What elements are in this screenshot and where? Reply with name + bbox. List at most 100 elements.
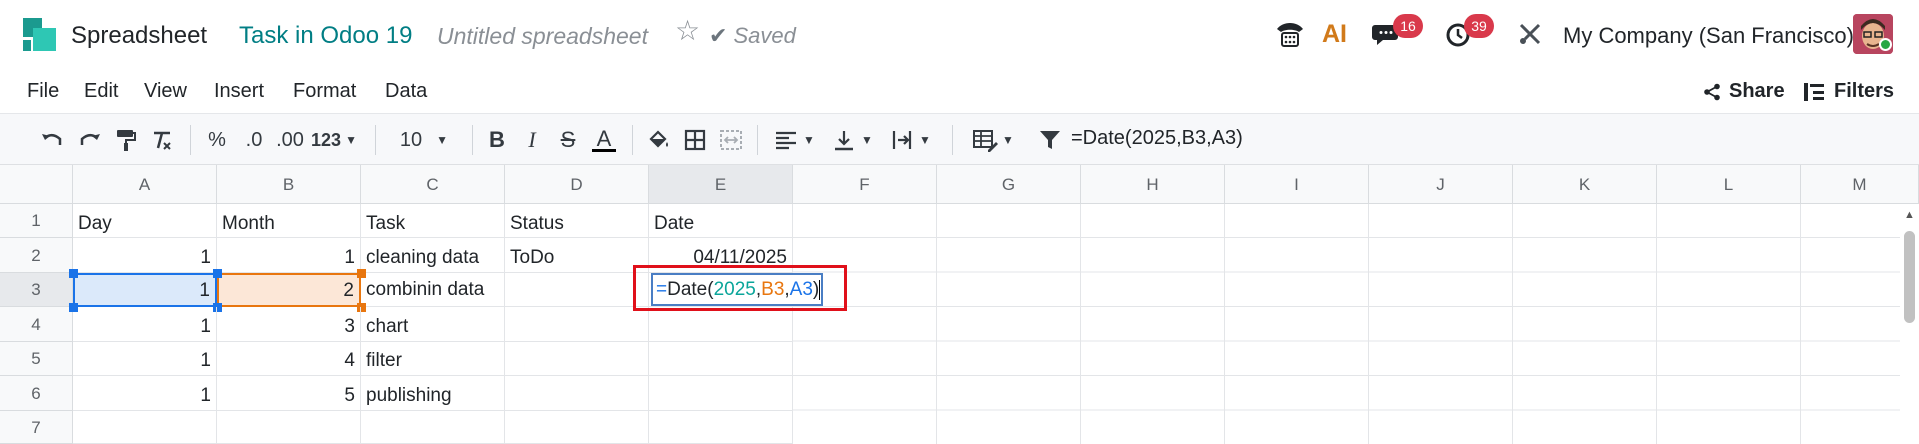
column-header-l[interactable]: L — [1657, 165, 1801, 204]
cell-a3[interactable]: 1 — [73, 273, 217, 307]
menu-view[interactable]: View — [144, 80, 187, 103]
row-header-3[interactable]: 3 — [0, 273, 73, 307]
cell-a7[interactable] — [73, 411, 217, 444]
cell-c4[interactable]: chart — [361, 307, 505, 342]
menu-file[interactable]: File — [27, 80, 59, 103]
cell-c2[interactable]: cleaning data — [361, 238, 505, 273]
filters-button[interactable]: Filters — [1804, 80, 1894, 103]
cell-e5[interactable] — [649, 342, 793, 376]
cell-a6[interactable]: 1 — [73, 376, 217, 411]
undo-icon[interactable] — [38, 126, 66, 154]
cell-e1[interactable]: Date — [649, 204, 793, 238]
cell-a5[interactable]: 1 — [73, 342, 217, 376]
decrease-decimal-button[interactable]: .0 — [240, 126, 268, 154]
scrollbar-thumb[interactable] — [1904, 231, 1915, 323]
document-title[interactable]: Untitled spreadsheet — [437, 23, 648, 50]
cell-e4[interactable] — [649, 307, 793, 342]
column-header-c[interactable]: C — [361, 165, 505, 204]
clear-format-icon[interactable] — [148, 126, 176, 154]
menu-edit[interactable]: Edit — [84, 80, 118, 103]
cell-b1[interactable]: Month — [217, 204, 361, 238]
cell-c6[interactable]: publishing — [361, 376, 505, 411]
bold-button[interactable]: B — [484, 126, 510, 154]
cell-c7[interactable] — [361, 411, 505, 444]
cell-d6[interactable] — [505, 376, 649, 411]
cell-d3[interactable] — [505, 273, 649, 307]
cell-c1[interactable]: Task — [361, 204, 505, 238]
fill-color-icon[interactable] — [645, 126, 673, 154]
italic-button[interactable]: I — [519, 126, 545, 154]
cell-e6[interactable] — [649, 376, 793, 411]
text-color-button[interactable]: A — [590, 126, 618, 154]
cell-b4[interactable]: 3 — [217, 307, 361, 342]
column-header-j[interactable]: J — [1369, 165, 1513, 204]
company-switcher[interactable]: My Company (San Francisco) — [1563, 23, 1854, 49]
breadcrumb-link[interactable]: Task in Odoo 19 — [239, 22, 412, 50]
cell-d1[interactable]: Status — [505, 204, 649, 238]
phone-icon[interactable] — [1273, 17, 1307, 51]
text-wrap-dropdown[interactable]: ▼ — [886, 126, 936, 154]
cell-b7[interactable] — [217, 411, 361, 444]
cell-e7[interactable] — [649, 411, 793, 444]
cell-c5[interactable]: filter — [361, 342, 505, 376]
row-header-7[interactable]: 7 — [0, 411, 73, 444]
column-header-k[interactable]: K — [1513, 165, 1657, 204]
row-header-4[interactable]: 4 — [0, 307, 73, 342]
row-header-6[interactable]: 6 — [0, 376, 73, 411]
menu-data[interactable]: Data — [385, 80, 427, 103]
percent-format-button[interactable]: % — [205, 126, 229, 154]
borders-icon[interactable] — [681, 126, 709, 154]
selection-handle[interactable] — [213, 269, 222, 278]
merge-cells-icon[interactable] — [717, 126, 745, 154]
column-header-i[interactable]: I — [1225, 165, 1369, 204]
paint-format-icon[interactable] — [112, 126, 140, 154]
spreadsheet-grid[interactable]: A B C D E F G H I J K L M 1 2 3 4 5 6 7 … — [0, 165, 1919, 444]
star-icon[interactable]: ☆ — [675, 17, 700, 45]
cell-b2[interactable]: 1 — [217, 238, 361, 273]
select-all-corner[interactable] — [0, 165, 73, 204]
column-header-g[interactable]: G — [937, 165, 1081, 204]
share-button[interactable]: Share — [1703, 80, 1785, 103]
number-format-dropdown[interactable]: 123 ▼ — [308, 126, 360, 154]
column-header-d[interactable]: D — [505, 165, 649, 204]
column-header-e[interactable]: E — [649, 165, 793, 204]
cell-d2[interactable]: ToDo — [505, 238, 649, 273]
column-header-b[interactable]: B — [217, 165, 361, 204]
increase-decimal-button[interactable]: .00 — [272, 126, 308, 154]
empty-cells-area[interactable] — [793, 204, 1900, 444]
selection-handle[interactable] — [357, 269, 366, 278]
cell-d5[interactable] — [505, 342, 649, 376]
cell-d7[interactable] — [505, 411, 649, 444]
cell-c3[interactable]: combinin data — [361, 273, 505, 307]
ai-icon[interactable]: AI — [1322, 17, 1356, 51]
font-size-dropdown[interactable]: 10 ▼ — [393, 126, 455, 154]
horizontal-align-dropdown[interactable]: ▼ — [770, 126, 820, 154]
spreadsheet-app-icon[interactable] — [23, 18, 56, 51]
tools-icon[interactable] — [1513, 17, 1547, 51]
column-header-f[interactable]: F — [793, 165, 937, 204]
row-header-5[interactable]: 5 — [0, 342, 73, 376]
app-name[interactable]: Spreadsheet — [71, 22, 207, 50]
row-header-2[interactable]: 2 — [0, 238, 73, 273]
strikethrough-button[interactable]: S — [555, 126, 581, 154]
formula-bar[interactable]: =Date(2025,B3,A3) — [1071, 127, 1243, 150]
redo-icon[interactable] — [76, 126, 104, 154]
cell-b3[interactable]: 2 — [217, 273, 361, 307]
cell-b6[interactable]: 5 — [217, 376, 361, 411]
cell-d4[interactable] — [505, 307, 649, 342]
column-header-h[interactable]: H — [1081, 165, 1225, 204]
cell-b5[interactable]: 4 — [217, 342, 361, 376]
scroll-up-icon[interactable]: ▲ — [1904, 209, 1915, 221]
cell-a4[interactable]: 1 — [73, 307, 217, 342]
cell-a1[interactable]: Day — [73, 204, 217, 238]
column-header-a[interactable]: A — [73, 165, 217, 204]
vertical-align-dropdown[interactable]: ▼ — [828, 126, 878, 154]
insert-chart-dropdown[interactable]: ▼ — [966, 126, 1020, 154]
filter-icon[interactable] — [1037, 126, 1063, 154]
selection-handle[interactable] — [69, 269, 78, 278]
row-header-1[interactable]: 1 — [0, 204, 73, 238]
column-header-m[interactable]: M — [1801, 165, 1919, 204]
menu-format[interactable]: Format — [293, 80, 356, 103]
menu-insert[interactable]: Insert — [214, 80, 264, 103]
cell-a2[interactable]: 1 — [73, 238, 217, 273]
